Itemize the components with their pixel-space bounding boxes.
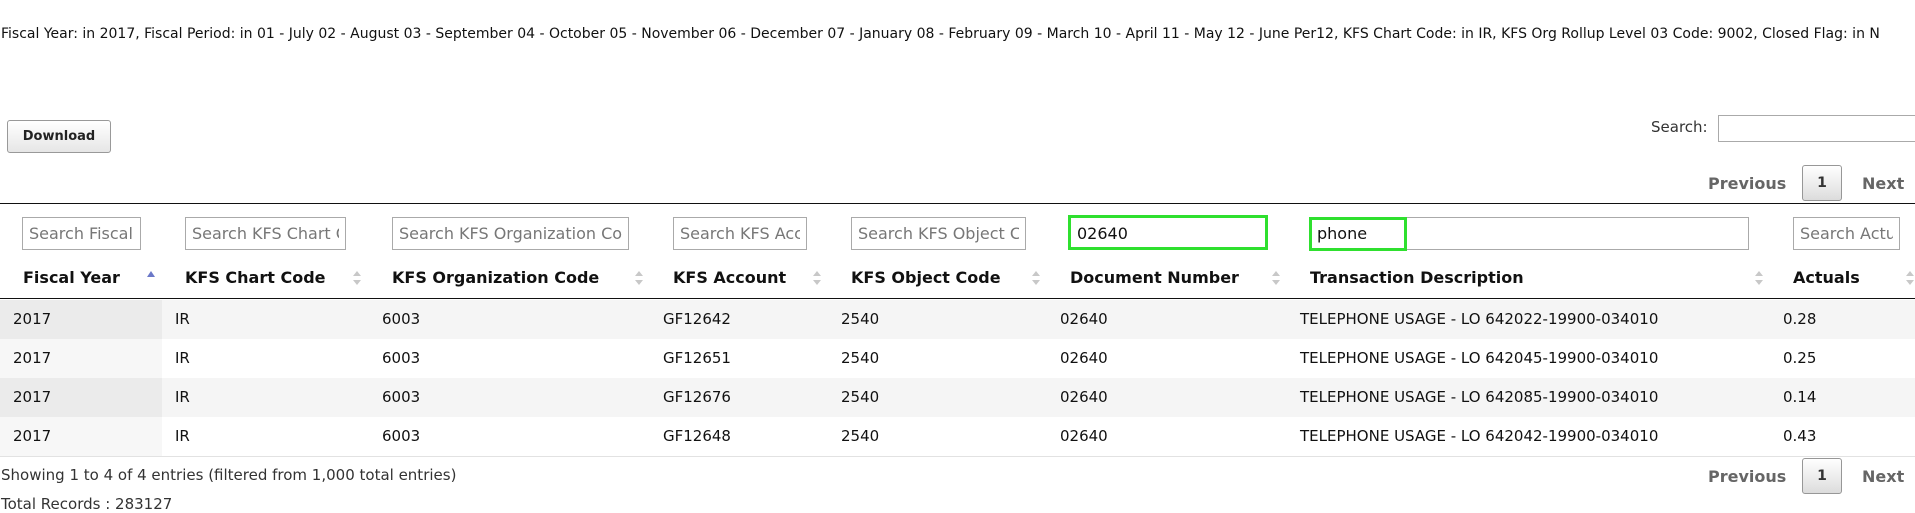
cell-transaction-description: TELEPHONE USAGE - LO 642045-19900-034010 <box>1300 349 1659 367</box>
cell-kfs-account: GF12642 <box>663 310 731 328</box>
sort-both-icon <box>635 271 643 285</box>
sort-ascending-icon <box>147 271 155 277</box>
global-search-input[interactable] <box>1718 115 1915 142</box>
cell-kfs-chart-code: IR <box>175 349 190 367</box>
sort-both-icon <box>1272 271 1280 285</box>
previous-page-link[interactable]: Previous <box>1708 467 1786 486</box>
header-kfs-chart-code[interactable]: KFS Chart Code <box>185 268 326 287</box>
header-kfs-account[interactable]: KFS Account <box>673 268 786 287</box>
search-document-number-input[interactable] <box>1070 217 1266 250</box>
total-records: Total Records : 283127 <box>1 495 173 513</box>
cell-kfs-object-code: 2540 <box>841 310 880 328</box>
global-search-label: Search: <box>1651 118 1708 136</box>
table-info: Showing 1 to 4 of 4 entries (filtered fr… <box>1 466 457 484</box>
cell-fiscal-year: 2017 <box>13 427 52 445</box>
cell-kfs-chart-code: IR <box>175 388 190 406</box>
sort-both-icon <box>1906 271 1914 285</box>
header-bottom-border <box>0 298 1915 299</box>
cell-kfs-object-code: 2540 <box>841 427 880 445</box>
cell-kfs-chart-code: IR <box>175 427 190 445</box>
cell-kfs-account: GF12648 <box>663 427 731 445</box>
search-fiscal-year-input[interactable] <box>22 217 141 250</box>
header-actuals[interactable]: Actuals <box>1793 268 1860 287</box>
cell-actuals: 0.25 <box>1783 349 1817 367</box>
cell-fiscal-year: 2017 <box>13 310 52 328</box>
next-page-link[interactable]: Next <box>1862 174 1904 193</box>
search-kfs-chart-code-input[interactable] <box>185 217 346 250</box>
cell-transaction-description: TELEPHONE USAGE - LO 642022-19900-034010 <box>1300 310 1659 328</box>
cell-kfs-object-code: 2540 <box>841 388 880 406</box>
cell-document-number: 02640 <box>1060 427 1108 445</box>
cell-kfs-object-code: 2540 <box>841 349 880 367</box>
page-1-button[interactable]: 1 <box>1802 165 1842 201</box>
header-transaction-description[interactable]: Transaction Description <box>1310 268 1524 287</box>
cell-actuals: 0.43 <box>1783 427 1817 445</box>
page-1-button[interactable]: 1 <box>1802 458 1842 494</box>
cell-fiscal-year: 2017 <box>13 349 52 367</box>
cell-actuals: 0.28 <box>1783 310 1817 328</box>
search-kfs-organization-code-input[interactable] <box>392 217 629 250</box>
search-kfs-account-input[interactable] <box>673 217 807 250</box>
download-button[interactable]: Download <box>7 120 111 153</box>
cell-document-number: 02640 <box>1060 310 1108 328</box>
sort-both-icon <box>813 271 821 285</box>
cell-transaction-description: TELEPHONE USAGE - LO 642085-19900-034010 <box>1300 388 1659 406</box>
search-actuals-input[interactable] <box>1793 217 1900 250</box>
cell-kfs-organization-code: 6003 <box>382 388 421 406</box>
cell-document-number: 02640 <box>1060 349 1108 367</box>
cell-kfs-account: GF12676 <box>663 388 731 406</box>
header-kfs-object-code[interactable]: KFS Object Code <box>851 268 1001 287</box>
cell-fiscal-year: 2017 <box>13 388 52 406</box>
cell-document-number: 02640 <box>1060 388 1108 406</box>
header-document-number[interactable]: Document Number <box>1070 268 1239 287</box>
cell-transaction-description: TELEPHONE USAGE - LO 642042-19900-034010 <box>1300 427 1659 445</box>
search-kfs-object-code-input[interactable] <box>851 217 1026 250</box>
search-transaction-description-input[interactable] <box>1310 217 1749 250</box>
cell-kfs-organization-code: 6003 <box>382 310 421 328</box>
next-page-link[interactable]: Next <box>1862 467 1904 486</box>
sort-both-icon <box>1032 271 1040 285</box>
sort-both-icon <box>353 271 361 285</box>
table-row[interactable]: 2017 IR 6003 GF12676 2540 02640 TELEPHON… <box>0 378 1915 418</box>
table-row[interactable]: 2017 IR 6003 GF12648 2540 02640 TELEPHON… <box>0 417 1915 457</box>
previous-page-link[interactable]: Previous <box>1708 174 1786 193</box>
cell-kfs-organization-code: 6003 <box>382 349 421 367</box>
cell-actuals: 0.14 <box>1783 388 1817 406</box>
header-fiscal-year[interactable]: Fiscal Year <box>23 268 120 287</box>
table-row[interactable]: 2017 IR 6003 GF12651 2540 02640 TELEPHON… <box>0 339 1915 379</box>
cell-kfs-chart-code: IR <box>175 310 190 328</box>
table-row[interactable]: 2017 IR 6003 GF12642 2540 02640 TELEPHON… <box>0 300 1915 340</box>
sort-both-icon <box>1755 271 1763 285</box>
filter-summary: Fiscal Year: in 2017, Fiscal Period: in … <box>1 26 1880 42</box>
table-top-border <box>0 203 1915 204</box>
cell-kfs-account: GF12651 <box>663 349 731 367</box>
cell-kfs-organization-code: 6003 <box>382 427 421 445</box>
header-kfs-organization-code[interactable]: KFS Organization Code <box>392 268 599 287</box>
